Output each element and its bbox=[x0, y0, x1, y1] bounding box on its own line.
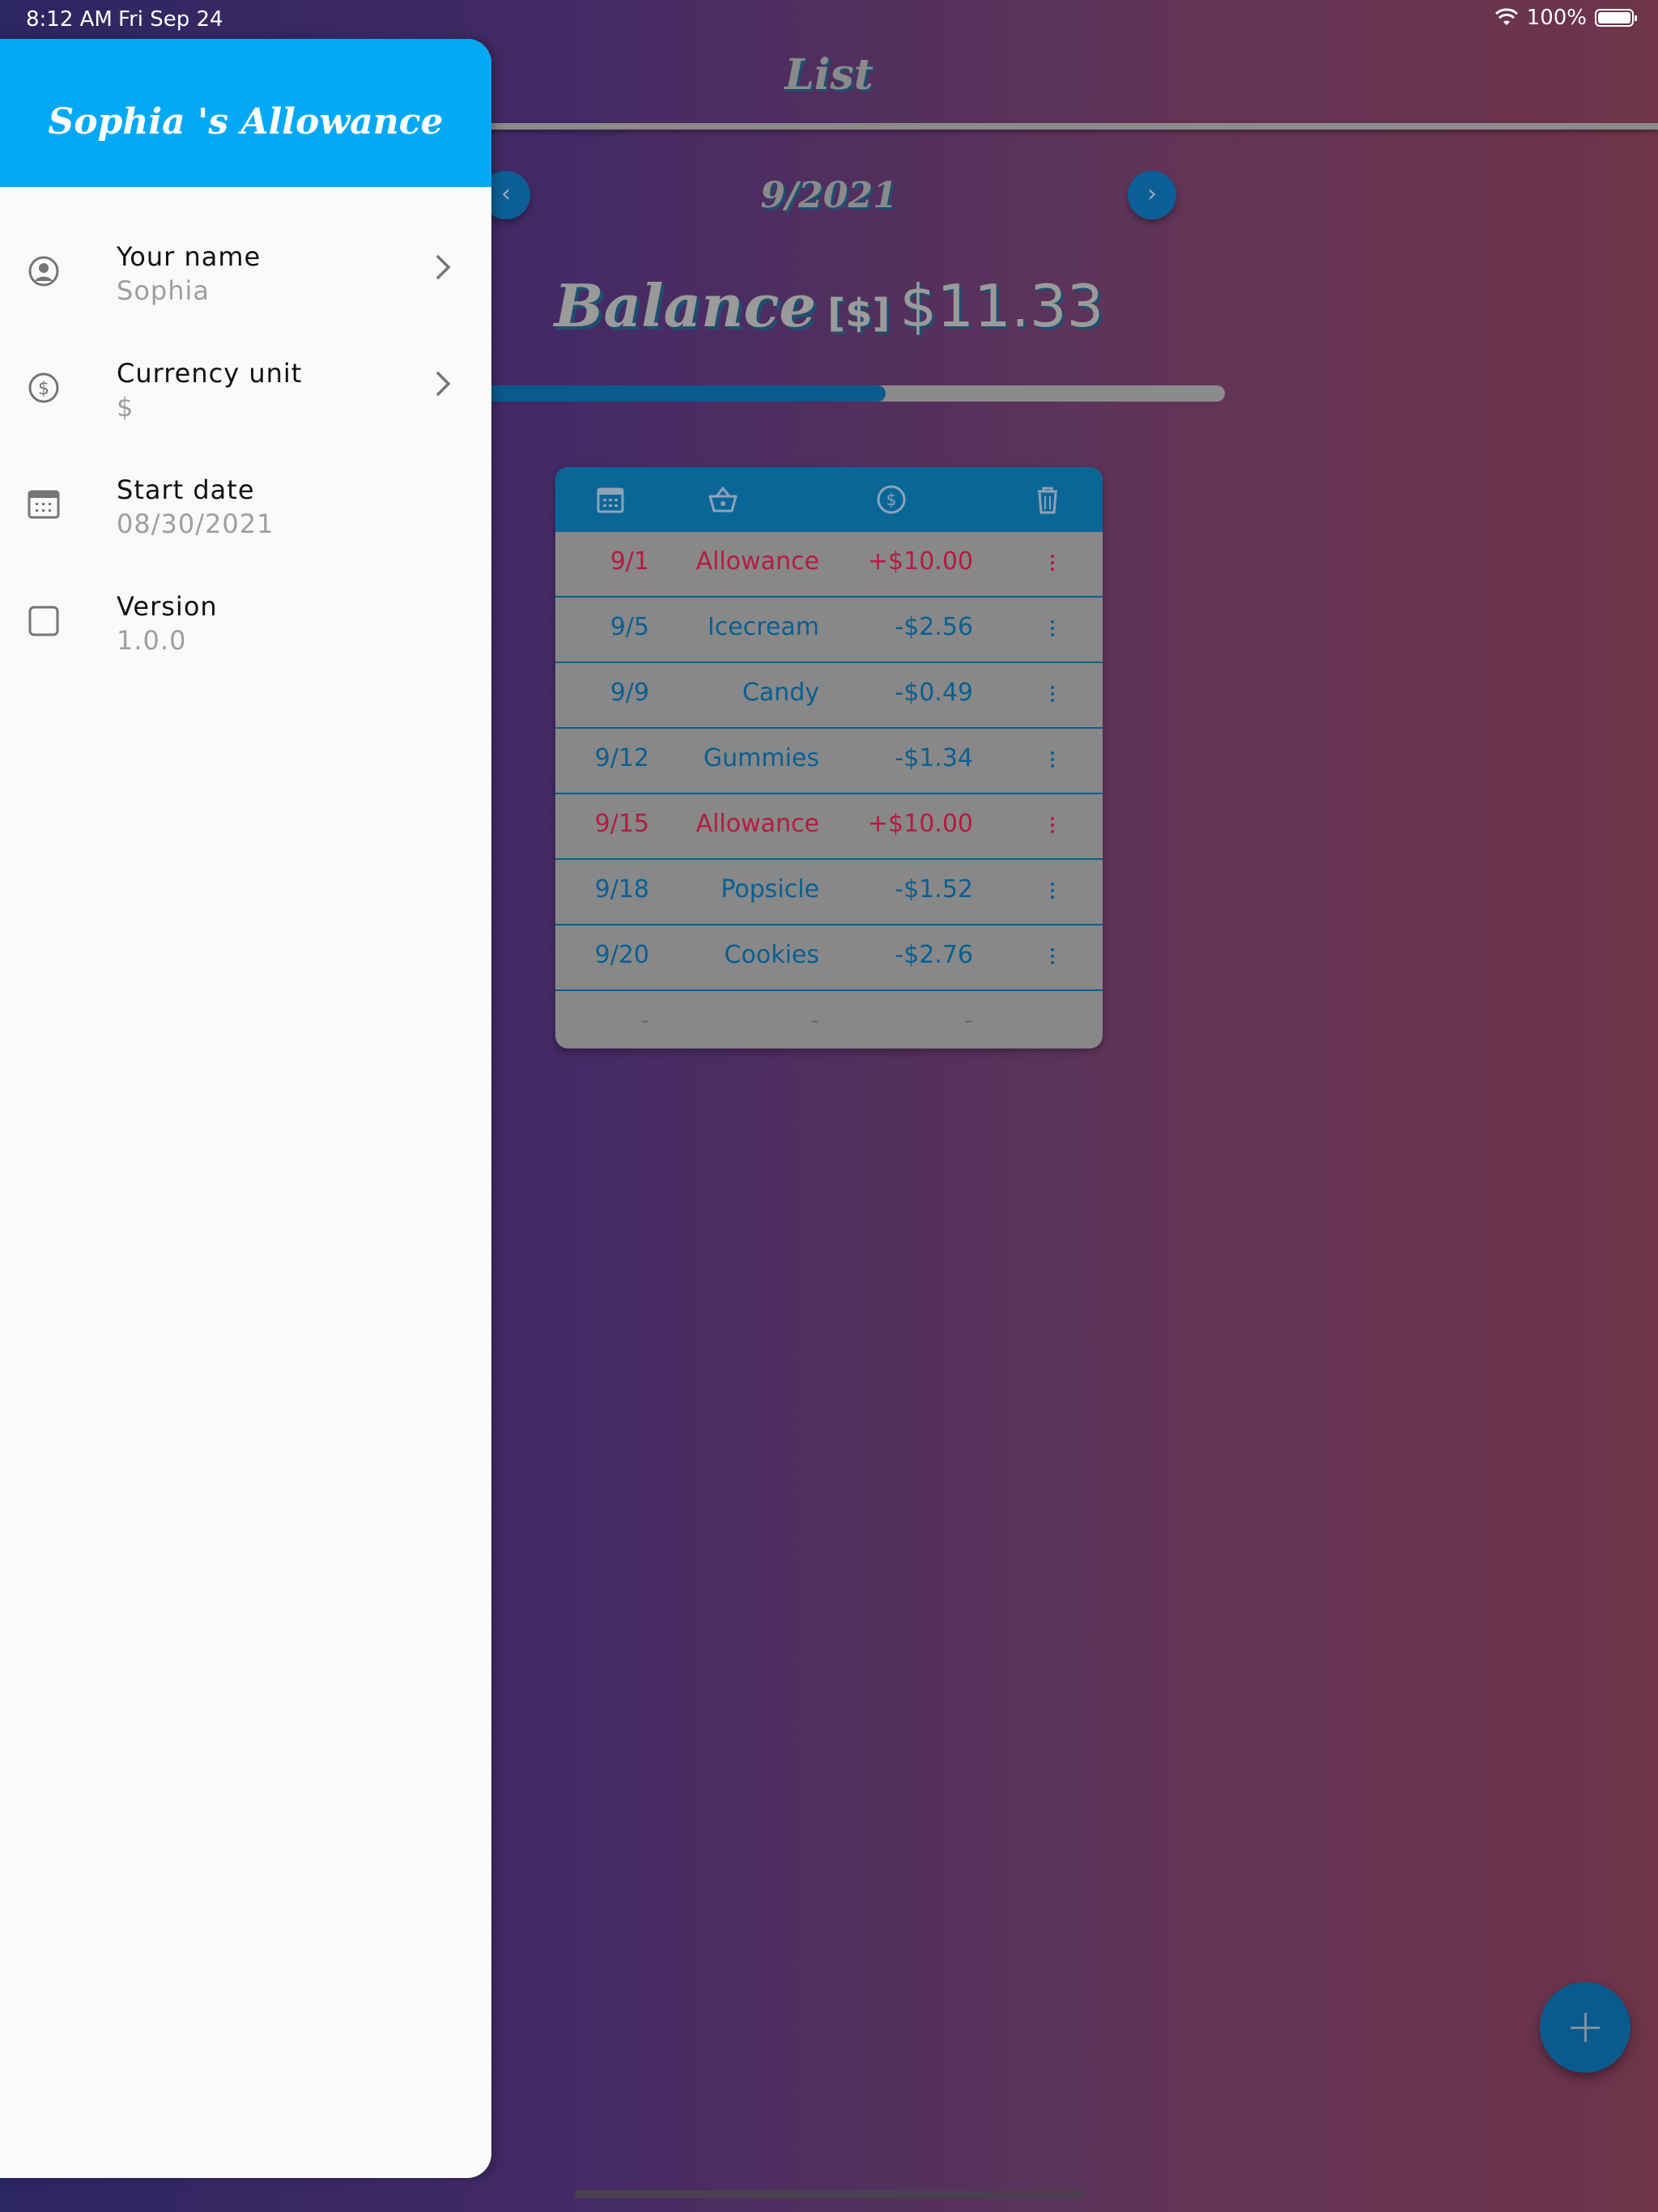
drawer-item-value: 1.0.0 bbox=[117, 625, 187, 656]
calendar-icon[interactable] bbox=[594, 483, 627, 516]
navigation-drawer: Sophia 's Allowance Your name Sophia $ C… bbox=[0, 39, 491, 2178]
drawer-item-label: Start date bbox=[117, 474, 255, 505]
drawer-item-your-name[interactable]: Your name Sophia bbox=[0, 241, 491, 338]
row-amount: -$2.76 bbox=[895, 941, 973, 969]
row-date: 9/12 bbox=[594, 744, 649, 772]
status-time: 8:12 AM bbox=[26, 7, 113, 32]
more-vert-icon[interactable] bbox=[1051, 555, 1056, 574]
row-amount: - bbox=[964, 1006, 973, 1035]
currency-unit-label: [$] bbox=[827, 291, 891, 336]
dollar-circle-icon[interactable]: $ bbox=[875, 483, 908, 516]
row-date: 9/15 bbox=[594, 810, 649, 838]
basket-icon[interactable] bbox=[707, 483, 739, 516]
table-row[interactable]: 9/15 Allowance +$10.00 bbox=[555, 794, 1103, 860]
row-date: 9/5 bbox=[610, 613, 649, 641]
next-month-button[interactable]: › bbox=[1128, 171, 1176, 219]
drawer-item-value: $ bbox=[117, 392, 134, 423]
drawer-item-value: Sophia bbox=[117, 275, 210, 306]
svg-text:$: $ bbox=[886, 490, 897, 509]
table-row[interactable]: 9/5 Icecream -$2.56 bbox=[555, 598, 1103, 663]
row-name: Allowance bbox=[695, 547, 819, 576]
row-date: 9/1 bbox=[610, 547, 649, 576]
row-name: Cookies bbox=[724, 941, 819, 969]
row-amount: -$0.49 bbox=[895, 678, 973, 707]
drawer-item-label: Your name bbox=[117, 241, 261, 272]
svg-text:$: $ bbox=[38, 379, 49, 399]
wifi-icon bbox=[1494, 8, 1518, 25]
user-circle-icon bbox=[28, 256, 59, 287]
balance-amount: $11.33 bbox=[899, 272, 1104, 340]
table-row[interactable]: 9/1 Allowance +$10.00 bbox=[555, 532, 1103, 598]
more-vert-icon[interactable] bbox=[1051, 620, 1056, 640]
chevron-right-icon bbox=[436, 254, 451, 280]
row-date: 9/9 bbox=[610, 678, 649, 707]
drawer-title: Sophia 's Allowance bbox=[0, 39, 491, 187]
more-vert-icon[interactable] bbox=[1051, 751, 1056, 771]
table-row[interactable]: 9/12 Gummies -$1.34 bbox=[555, 729, 1103, 794]
row-name: - bbox=[810, 1006, 819, 1035]
status-right: 100% bbox=[1494, 6, 1637, 30]
row-date: - bbox=[640, 1006, 649, 1035]
table-body: 9/1 Allowance +$10.00 9/5 Icecream -$2.5… bbox=[555, 532, 1103, 1049]
chevron-right-icon bbox=[436, 371, 451, 397]
row-name: Allowance bbox=[695, 810, 819, 838]
battery-icon bbox=[1595, 9, 1637, 27]
dollar-circle-icon: $ bbox=[28, 372, 59, 403]
row-amount: +$10.00 bbox=[867, 810, 973, 838]
status-bar: 8:12 AM Fri Sep 24 100% bbox=[0, 0, 1658, 37]
drawer-item-value: 08/30/2021 bbox=[117, 508, 274, 539]
home-indicator[interactable] bbox=[575, 2190, 1083, 2198]
balance-label: Balance bbox=[554, 271, 817, 340]
row-name: Popsicle bbox=[721, 875, 819, 904]
row-name: Icecream bbox=[707, 613, 819, 641]
status-date: Fri Sep 24 bbox=[118, 7, 223, 32]
more-vert-icon[interactable] bbox=[1051, 817, 1056, 836]
row-date: 9/18 bbox=[594, 875, 649, 904]
table-row[interactable]: 9/18 Popsicle -$1.52 bbox=[555, 860, 1103, 925]
chevron-right-icon: › bbox=[1147, 180, 1157, 208]
drawer-item-label: Version bbox=[117, 591, 218, 622]
transactions-table: $ 9/1 Allowance +$10.00 9/5 Icecream -$2… bbox=[555, 467, 1103, 1049]
row-amount: -$1.34 bbox=[895, 744, 973, 772]
drawer-item-start-date[interactable]: Start date 08/30/2021 bbox=[0, 474, 491, 572]
progress-fill bbox=[453, 385, 886, 402]
add-transaction-button[interactable] bbox=[1540, 1982, 1630, 2073]
row-name: Candy bbox=[742, 678, 819, 707]
more-vert-icon[interactable] bbox=[1051, 686, 1056, 705]
table-row[interactable]: 9/9 Candy -$0.49 bbox=[555, 663, 1103, 729]
drawer-item-label: Currency unit bbox=[117, 358, 303, 389]
square-icon bbox=[28, 606, 59, 636]
table-header: $ bbox=[555, 467, 1103, 532]
more-vert-icon[interactable] bbox=[1051, 883, 1056, 902]
drawer-item-currency-unit[interactable]: $ Currency unit $ bbox=[0, 358, 491, 455]
empty-row[interactable]: - - - bbox=[555, 991, 1103, 1049]
calendar-icon bbox=[28, 490, 60, 519]
table-row[interactable]: 9/20 Cookies -$2.76 bbox=[555, 925, 1103, 991]
battery-percent: 100% bbox=[1526, 6, 1587, 30]
balance-progress-bar bbox=[453, 385, 1225, 402]
row-amount: -$2.56 bbox=[895, 613, 973, 641]
trash-icon[interactable] bbox=[1031, 483, 1064, 516]
row-name: Gummies bbox=[703, 744, 819, 772]
row-amount: -$1.52 bbox=[895, 875, 973, 904]
more-vert-icon[interactable] bbox=[1051, 948, 1056, 968]
row-date: 9/20 bbox=[594, 941, 649, 969]
row-amount: +$10.00 bbox=[867, 547, 973, 576]
drawer-item-version[interactable]: Version 1.0.0 bbox=[0, 591, 491, 688]
